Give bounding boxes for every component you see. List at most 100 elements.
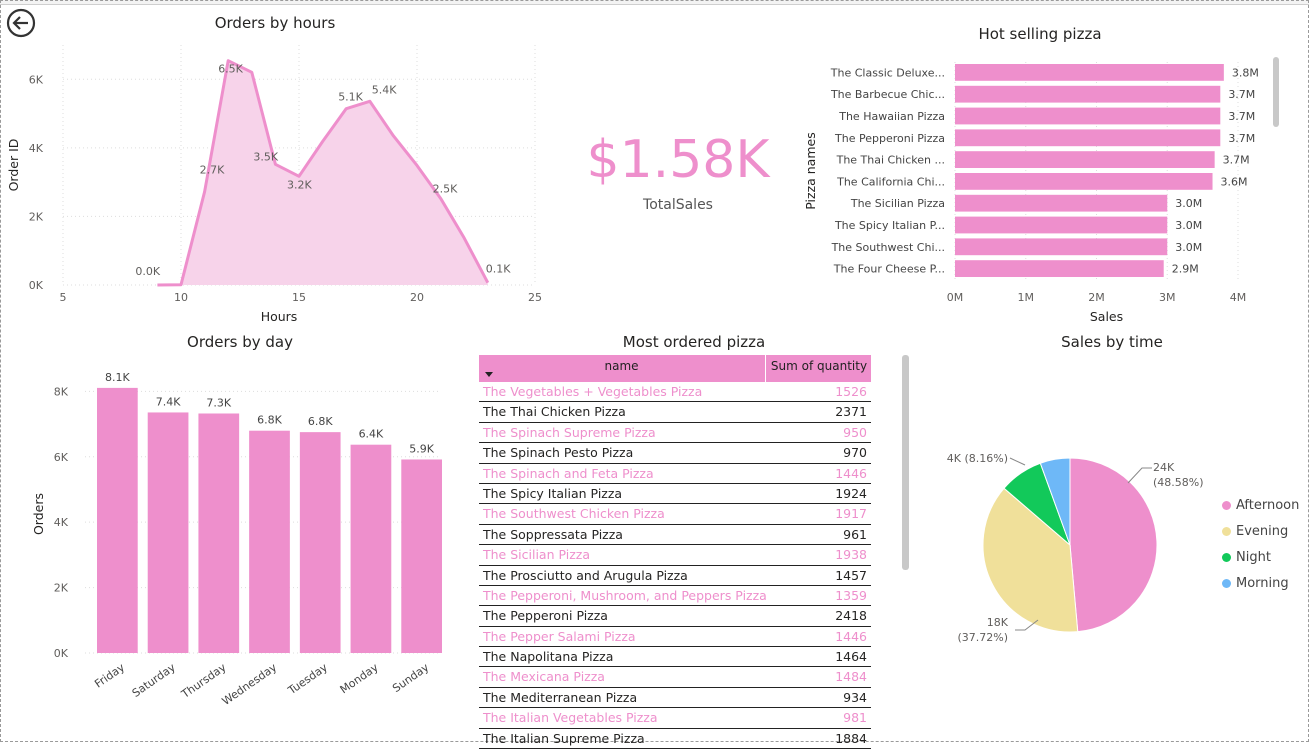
- legend-item-evening[interactable]: Evening: [1222, 524, 1288, 539]
- bar: [955, 107, 1221, 125]
- column-header-name[interactable]: name: [479, 355, 764, 382]
- bar: [955, 260, 1164, 277]
- hot-selling-pizza-chart[interactable]: 0M 1M 2M 3M 4M The Classic Deluxe... 3.8M The B…: [800, 50, 1270, 330]
- data-label: 24K: [1153, 461, 1175, 474]
- legend-item-morning[interactable]: Morning: [1222, 576, 1289, 591]
- table-row[interactable]: The Thai Chicken Pizza 2371: [479, 402, 871, 423]
- table-row[interactable]: The Spicy Italian Pizza 1924: [479, 484, 871, 505]
- table-row[interactable]: The Pepperoni, Mushroom, and Peppers Piz…: [479, 586, 871, 607]
- bar: [955, 129, 1221, 147]
- legend-item-afternoon[interactable]: Afternoon: [1222, 498, 1299, 513]
- cell-name: The Soppressata Pizza: [483, 526, 623, 542]
- data-label: 3.0M: [1175, 219, 1202, 232]
- bar: [955, 173, 1213, 190]
- x-tick-label: 3M: [1159, 291, 1176, 304]
- category-label: Sunday: [390, 661, 432, 696]
- table-row[interactable]: The Mexicana Pizza 1484: [479, 667, 871, 688]
- category-label: The Southwest Chi...: [831, 241, 945, 254]
- total-sales-label: TotalSales: [643, 197, 713, 213]
- table-row[interactable]: The Mediterranean Pizza 934: [479, 688, 871, 709]
- column-header-quantity[interactable]: Sum of quantity: [765, 355, 872, 382]
- data-label: 3.0M: [1175, 241, 1202, 254]
- data-label: 3.8M: [1232, 66, 1259, 79]
- cell-name: The Pepperoni, Mushroom, and Peppers Piz…: [483, 587, 767, 603]
- cell-quantity: 981: [843, 710, 867, 726]
- cell-quantity: 961: [843, 526, 867, 542]
- category-label: The Thai Chicken ...: [836, 154, 945, 167]
- table-row[interactable]: The Italian Vegetables Pizza 981: [479, 708, 871, 729]
- data-label: 3.2K: [287, 178, 312, 191]
- x-axis-title: Hours: [261, 309, 298, 324]
- cell-quantity: 1917: [835, 506, 867, 522]
- data-label: 2.9M: [1172, 263, 1199, 276]
- y-tick-label: 0K: [29, 279, 44, 292]
- x-tick-label: 15: [292, 291, 306, 304]
- category-label: The Spicy Italian P...: [834, 219, 945, 232]
- category-label: The Four Cheese P...: [833, 263, 945, 276]
- legend-dot-icon: [1222, 553, 1231, 562]
- bar: [955, 238, 1168, 256]
- table-row[interactable]: The Italian Supreme Pizza 1884: [479, 729, 871, 749]
- data-label: 2.5K: [433, 182, 458, 195]
- pie-slice: [1069, 457, 1158, 633]
- cell-quantity: 934: [843, 689, 867, 705]
- table-row[interactable]: The Southwest Chicken Pizza 1917: [479, 504, 871, 525]
- bar: [955, 151, 1215, 168]
- category-label: Friday: [92, 661, 127, 691]
- data-label: 3.7M: [1228, 88, 1255, 101]
- legend-label: Evening: [1236, 524, 1289, 539]
- cell-name: The Spicy Italian Pizza: [483, 485, 623, 501]
- bar: [147, 412, 189, 653]
- leader-line: [1127, 467, 1152, 484]
- table-row[interactable]: The Spinach Pesto Pizza 970: [479, 443, 871, 464]
- total-sales-value: $1.58K: [586, 130, 770, 190]
- cell-name: The Southwest Chicken Pizza: [483, 506, 665, 522]
- cell-quantity: 1457: [835, 567, 867, 583]
- data-label: 2.7K: [200, 164, 225, 177]
- table-row[interactable]: The Vegetables + Vegetables Pizza 1526: [479, 382, 871, 403]
- data-label: 3.5K: [253, 150, 278, 163]
- data-label: 7.4K: [156, 395, 181, 408]
- orders-by-day-chart[interactable]: 0K2K4K6K8K8.1KFriday7.4KSaturday7.3KThur…: [0, 355, 460, 740]
- cell-quantity: 1884: [835, 730, 867, 746]
- table-row[interactable]: The Pepperoni Pizza 2418: [479, 606, 871, 627]
- data-label: 6.8K: [257, 414, 282, 427]
- bar: [198, 413, 240, 653]
- x-tick-label: 20: [410, 291, 424, 304]
- legend-item-night[interactable]: Night: [1222, 550, 1271, 565]
- y-tick-label: 2K: [29, 210, 44, 223]
- data-label: 5.4K: [372, 83, 397, 96]
- data-label: 3.7M: [1228, 132, 1255, 145]
- table-row[interactable]: The Soppressata Pizza 961: [479, 525, 871, 546]
- y-axis-title: Order ID: [6, 139, 21, 192]
- bar: [955, 85, 1221, 103]
- category-label: Saturday: [130, 661, 178, 700]
- table-row[interactable]: The Spinach and Feta Pizza 1446: [479, 464, 871, 484]
- table-row[interactable]: The Pepper Salami Pizza 1446: [479, 627, 871, 648]
- data-label: (48.58%): [1153, 476, 1204, 489]
- table-row[interactable]: The Napolitana Pizza 1464: [479, 647, 871, 668]
- y-tick-label: 0K: [54, 647, 69, 660]
- orders-by-hours-chart[interactable]: 0K 2K 4K 6K 5 10 15 20 25 0.0K 2.7K 6.5K 3.5K 3.2K 5.1…: [0, 30, 560, 330]
- bar: [401, 459, 442, 653]
- table-body: The Vegetables + Vegetables Pizza 1526 The…: [479, 382, 871, 749]
- y-tick-label: 8K: [54, 385, 69, 398]
- sort-descending-icon[interactable]: [485, 372, 493, 377]
- x-tick-label: 4M: [1230, 291, 1247, 304]
- legend-dot-icon: [1222, 527, 1231, 536]
- legend-label: Afternoon: [1236, 498, 1300, 513]
- hot-selling-scrollbar[interactable]: [1273, 57, 1279, 127]
- table-row[interactable]: The Spinach Supreme Pizza 950: [479, 423, 871, 444]
- x-tick-label: 25: [528, 291, 542, 304]
- table-scrollbar[interactable]: [902, 355, 909, 570]
- cell-name: The Thai Chicken Pizza: [483, 404, 626, 420]
- x-tick-label: 1M: [1018, 291, 1035, 304]
- cell-quantity: 1446: [835, 628, 867, 644]
- x-tick-label: 2M: [1088, 291, 1105, 304]
- table-row[interactable]: The Prosciutto and Arugula Pizza 1457: [479, 566, 871, 586]
- table-header: name Sum of quantity: [479, 355, 871, 382]
- data-label: 5.9K: [409, 442, 434, 455]
- legend-dot-icon: [1222, 501, 1231, 510]
- table-row[interactable]: The Sicilian Pizza 1938: [479, 545, 871, 566]
- y-tick-label: 4K: [54, 516, 69, 529]
